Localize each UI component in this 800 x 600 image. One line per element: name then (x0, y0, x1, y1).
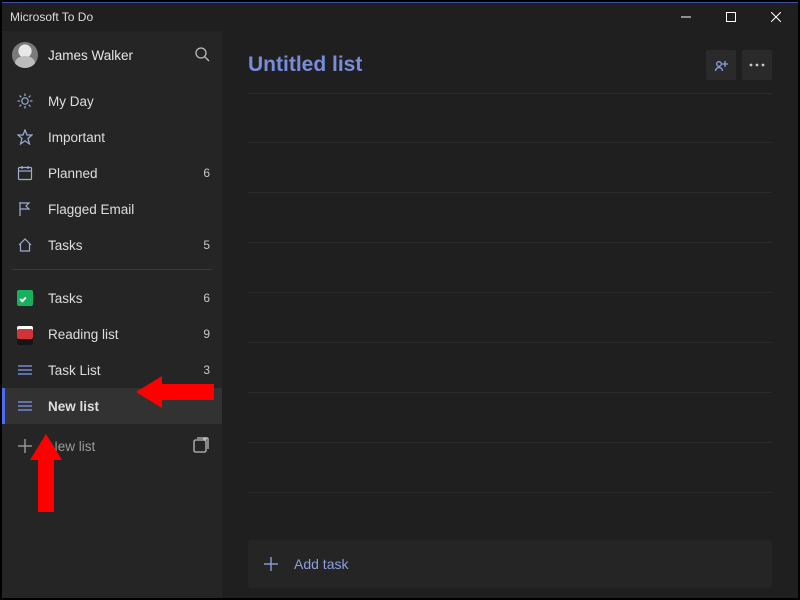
home-icon (16, 236, 34, 254)
profile-row[interactable]: James Walker (2, 31, 222, 79)
list-lines-icon (16, 361, 34, 379)
profile-name: James Walker (48, 48, 194, 63)
sidebar-item-label: Planned (48, 166, 203, 181)
sidebar-item-count: 3 (203, 363, 210, 377)
tasks-area (248, 93, 772, 540)
task-row-placeholder (248, 93, 772, 143)
sidebar-item-flagged-email[interactable]: Flagged Email (2, 191, 222, 227)
new-group-icon[interactable] (192, 436, 212, 456)
sidebar-item-count: 5 (203, 238, 210, 252)
list-lines-icon (16, 397, 34, 415)
app-title: Microsoft To Do (10, 10, 93, 24)
sidebar-item-tasks[interactable]: Tasks 5 (2, 227, 222, 263)
sidebar-item-label: My Day (48, 94, 210, 109)
sidebar-item-label: Tasks (48, 291, 203, 306)
task-row-placeholder (248, 243, 772, 293)
task-row-placeholder (248, 343, 772, 393)
star-icon (16, 128, 34, 146)
sidebar-item-user-tasks[interactable]: Tasks 6 (2, 280, 222, 316)
task-row-placeholder (248, 443, 772, 493)
sidebar-item-important[interactable]: Important (2, 119, 222, 155)
user-lists: Tasks 6 Reading list 9 Task List 3 (2, 276, 222, 424)
more-options-button[interactable] (742, 50, 772, 80)
plus-icon (262, 555, 280, 573)
titlebar: Microsoft To Do (2, 3, 798, 31)
sidebar-item-new-list[interactable]: New list (2, 388, 222, 424)
sidebar-item-label: Tasks (48, 238, 203, 253)
sidebar-item-count: 9 (203, 327, 210, 341)
list-title[interactable]: Untitled list (248, 53, 700, 77)
window-controls (663, 3, 798, 31)
sidebar-item-label: New list (48, 399, 210, 414)
add-task-label: Add task (294, 556, 348, 572)
search-icon[interactable] (194, 46, 212, 64)
sidebar-item-count: 6 (203, 291, 210, 305)
task-row-placeholder (248, 143, 772, 193)
maximize-button[interactable] (708, 3, 753, 31)
app-window: Microsoft To Do James Walker (2, 2, 798, 598)
plus-icon[interactable] (16, 437, 34, 455)
sidebar-new-list-row: New list (2, 428, 222, 464)
calendar-icon (16, 164, 34, 182)
sidebar-divider (12, 269, 212, 270)
sidebar-item-label: Reading list (48, 327, 203, 342)
sidebar-item-planned[interactable]: Planned 6 (2, 155, 222, 191)
flag-icon (16, 200, 34, 218)
app-body: James Walker (2, 31, 798, 598)
minimize-button[interactable] (663, 3, 708, 31)
avatar (12, 42, 38, 68)
task-row-placeholder (248, 393, 772, 443)
sidebar-item-label: Task List (48, 363, 203, 378)
sidebar-item-label: Flagged Email (48, 202, 210, 217)
share-button[interactable] (706, 50, 736, 80)
sidebar-item-my-day[interactable]: My Day (2, 83, 222, 119)
list-square-icon (16, 289, 34, 307)
main-panel: Untitled list (222, 31, 798, 598)
sidebar: James Walker (2, 31, 222, 598)
task-row-placeholder (248, 293, 772, 343)
smart-lists: My Day Important (2, 79, 222, 263)
new-list-label[interactable]: New list (48, 439, 192, 454)
main-header: Untitled list (248, 45, 772, 85)
sun-icon (16, 92, 34, 110)
add-task-bar[interactable]: Add task (248, 540, 772, 588)
task-row-placeholder (248, 193, 772, 243)
list-square-icon (16, 325, 34, 343)
sidebar-item-task-list[interactable]: Task List 3 (2, 352, 222, 388)
sidebar-item-label: Important (48, 130, 210, 145)
sidebar-item-reading-list[interactable]: Reading list 9 (2, 316, 222, 352)
sidebar-item-count: 6 (203, 166, 210, 180)
close-button[interactable] (753, 3, 798, 31)
